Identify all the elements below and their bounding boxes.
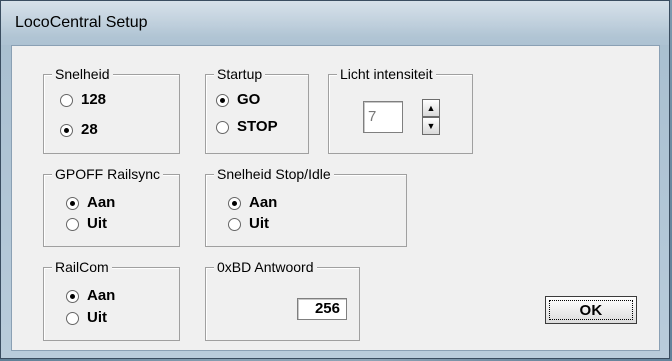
startup-group-title: Startup (214, 65, 266, 83)
snelheid-stop-idle-group-title: Snelheid Stop/Idle (214, 165, 334, 183)
radio-button[interactable] (66, 289, 79, 303)
radio-button[interactable] (66, 196, 79, 210)
radio-button[interactable] (66, 311, 79, 325)
radio-button[interactable] (60, 93, 73, 107)
option-label: GO (237, 91, 261, 108)
snelheid-stop-idle-group: Snelheid Stop/Idle Aan Uit (205, 165, 407, 247)
radio-button[interactable] (228, 217, 241, 231)
railcom-option-uit[interactable]: Uit (66, 309, 107, 327)
title-bar[interactable]: LocoCentral Setup (1, 1, 669, 45)
ok-button[interactable]: OK (545, 296, 637, 324)
radio-button[interactable] (60, 123, 73, 137)
bd-antwoord-value: 256 (314, 300, 340, 317)
licht-intensiteit-group: Licht intensiteit 7 ▲ ▼ (328, 65, 473, 154)
snelheid-option-128[interactable]: 128 (60, 91, 106, 109)
option-label: Uit (87, 215, 107, 232)
stop-idle-option-aan[interactable]: Aan (228, 194, 277, 212)
option-label: Aan (87, 194, 116, 211)
dialog-client-area: Snelheid 128 28 Startup GO STOP Licht in… (11, 45, 660, 351)
licht-intensiteit-input[interactable]: 7 (363, 101, 403, 133)
gpoff-option-aan[interactable]: Aan (66, 194, 115, 212)
railcom-group-title: RailCom (52, 258, 112, 276)
bd-antwoord-group: 0xBD Antwoord 256 (205, 258, 360, 341)
spin-down-button[interactable]: ▼ (422, 117, 440, 135)
railcom-group: RailCom Aan Uit (43, 258, 180, 341)
option-label: Uit (249, 215, 269, 232)
gpoff-railsync-group: GPOFF Railsync Aan Uit (43, 165, 180, 247)
startup-group: Startup GO STOP (205, 65, 309, 154)
arrow-down-icon: ▼ (426, 120, 436, 131)
gpoff-option-uit[interactable]: Uit (66, 215, 107, 233)
railcom-option-aan[interactable]: Aan (66, 287, 115, 305)
spin-up-button[interactable]: ▲ (422, 99, 440, 117)
option-label: Uit (87, 309, 107, 326)
radio-button[interactable] (216, 120, 229, 134)
radio-button[interactable] (66, 217, 79, 231)
ok-button-label: OK (579, 301, 603, 319)
bd-antwoord-group-title: 0xBD Antwoord (214, 258, 317, 276)
snelheid-group: Snelheid 128 28 (43, 65, 180, 154)
option-label: Aan (249, 194, 278, 211)
option-label: 128 (81, 91, 107, 108)
setup-dialog: LocoCentral Setup Snelheid 128 28 Startu… (0, 0, 670, 359)
gpoff-railsync-group-title: GPOFF Railsync (52, 165, 164, 183)
radio-button[interactable] (216, 93, 229, 107)
startup-option-stop[interactable]: STOP (216, 118, 278, 136)
option-label: STOP (237, 118, 278, 135)
radio-button[interactable] (228, 196, 241, 210)
window-title: LocoCentral Setup (15, 14, 148, 31)
option-label: 28 (81, 121, 98, 138)
licht-intensiteit-spinner[interactable]: ▲ ▼ (422, 99, 440, 135)
snelheid-group-title: Snelheid (52, 65, 113, 83)
option-label: Aan (87, 287, 116, 304)
arrow-up-icon: ▲ (426, 102, 436, 113)
startup-option-go[interactable]: GO (216, 91, 260, 109)
licht-intensiteit-group-title: Licht intensiteit (337, 65, 436, 83)
licht-intensiteit-value: 7 (368, 108, 377, 125)
stop-idle-option-uit[interactable]: Uit (228, 215, 269, 233)
snelheid-option-28[interactable]: 28 (60, 121, 98, 139)
bd-antwoord-input[interactable]: 256 (297, 298, 347, 320)
